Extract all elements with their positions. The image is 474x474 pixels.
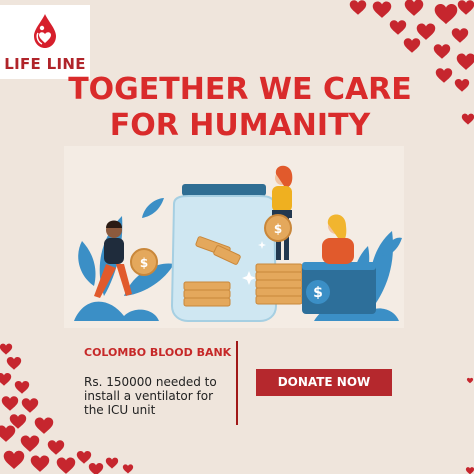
headline-line-2: FOR HUMANITY <box>109 108 371 143</box>
donate-now-button[interactable]: DONATE NOW <box>256 369 392 396</box>
brand-name: LIFE LINE <box>4 55 86 73</box>
campaign-description: Rs. 150000 needed to install a ventilato… <box>84 375 217 417</box>
logo: LIFE LINE <box>0 5 90 79</box>
blood-drop-icon <box>34 14 56 48</box>
svg-text:$: $ <box>313 285 323 301</box>
svg-text:$: $ <box>140 256 148 270</box>
headline-line-1: TOGETHER WE CARE <box>68 72 412 107</box>
divider <box>236 341 238 425</box>
organization-name: COLOMBO BLOOD BANK <box>84 346 232 359</box>
svg-text:$: $ <box>274 222 282 236</box>
donation-jar-illustration: $ $ $ <box>64 146 404 328</box>
